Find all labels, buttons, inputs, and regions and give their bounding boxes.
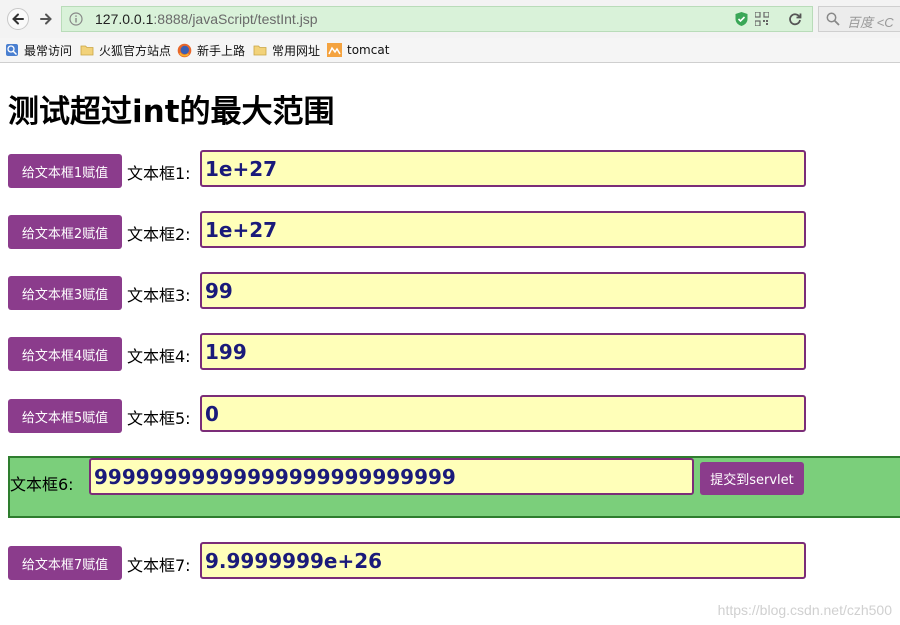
bookmark-tomcat[interactable]: tomcat: [327, 42, 389, 58]
page-title: 测试超过int的最大范围: [8, 94, 335, 130]
assign-textbox-4-button[interactable]: 给文本框4赋值: [8, 337, 122, 371]
watermark: https://blog.csdn.net/czh500: [717, 602, 892, 618]
textbox-4-label: 文本框4:: [127, 347, 191, 366]
bookmark-label: 常用网址: [272, 43, 321, 58]
submit-to-servlet-button[interactable]: 提交到servlet: [700, 462, 804, 495]
bookmark-label: 新手上路: [197, 43, 246, 58]
assign-row-4: 给文本框4赋值 文本框4:: [0, 333, 900, 373]
search-icon: [826, 12, 840, 26]
textbox-7[interactable]: [200, 542, 806, 579]
folder-icon: [253, 45, 267, 56]
assign-row-2: 给文本框2赋值 文本框2:: [0, 211, 900, 251]
textbox-5[interactable]: [200, 395, 806, 432]
bookmark-label: 最常访问: [24, 43, 73, 58]
textbox-1-label: 文本框1:: [127, 164, 191, 183]
bookmark-label: 火狐官方站点: [99, 43, 172, 58]
url-text[interactable]: 127.0.0.1:8888/javaScript/testInt.jsp: [95, 11, 318, 27]
info-icon[interactable]: [69, 12, 83, 26]
browser-toolbar: 127.0.0.1:8888/javaScript/testInt.jsp 百度…: [0, 0, 900, 38]
qr-code-icon[interactable]: [755, 12, 769, 26]
assign-textbox-1-button[interactable]: 给文本框1赋值: [8, 154, 122, 188]
assign-textbox-2-button[interactable]: 给文本框2赋值: [8, 215, 122, 249]
bookmark-common-sites[interactable]: 常用网址: [253, 42, 320, 58]
search-box[interactable]: 百度 <C: [818, 6, 900, 32]
shield-icon[interactable]: [734, 11, 749, 27]
assign-textbox-7-button[interactable]: 给文本框7赋值: [8, 546, 122, 580]
back-button[interactable]: [7, 8, 29, 30]
url-path: :8888/javaScript/testInt.jsp: [153, 11, 318, 27]
assign-textbox-5-button[interactable]: 给文本框5赋值: [8, 399, 122, 433]
arrow-left-icon: [12, 13, 24, 25]
assign-textbox-3-button[interactable]: 给文本框3赋值: [8, 276, 122, 310]
assign-row-7: 给文本框7赋值 文本框7:: [0, 542, 900, 582]
frequent-icon: [6, 44, 18, 56]
bookmarks-bar: 最常访问 火狐官方站点 新手上路 常用网址 tomcat: [0, 38, 900, 63]
servlet-form: 文本框6: 提交到servlet: [8, 456, 900, 518]
reload-icon[interactable]: [788, 12, 802, 26]
textbox-2[interactable]: [200, 211, 806, 248]
textbox-7-label: 文本框7:: [127, 556, 191, 575]
assign-row-5: 给文本框5赋值 文本框5:: [0, 395, 900, 435]
tomcat-icon: [327, 43, 342, 57]
textbox-5-label: 文本框5:: [127, 409, 191, 428]
textbox-4[interactable]: [200, 333, 806, 370]
url-host: 127.0.0.1: [95, 11, 154, 27]
textbox-6[interactable]: [89, 458, 694, 495]
textbox-2-label: 文本框2:: [127, 225, 191, 244]
textbox-1[interactable]: [200, 150, 806, 187]
textbox-3-label: 文本框3:: [127, 286, 191, 305]
bookmark-frequent[interactable]: 最常访问: [5, 42, 72, 58]
address-bar[interactable]: 127.0.0.1:8888/javaScript/testInt.jsp: [61, 6, 813, 32]
folder-icon: [80, 45, 94, 56]
assign-row-3: 给文本框3赋值 文本框3:: [0, 272, 900, 312]
textbox-3[interactable]: [200, 272, 806, 309]
forward-button[interactable]: [35, 8, 57, 30]
bookmark-firefox-site[interactable]: 火狐官方站点: [80, 42, 171, 58]
firefox-icon: [177, 43, 192, 57]
bookmark-getting-started[interactable]: 新手上路: [177, 42, 245, 58]
search-placeholder: 百度 <C: [847, 15, 894, 30]
assign-row-1: 给文本框1赋值 文本框1:: [0, 150, 900, 190]
textbox-6-label: 文本框6:: [10, 475, 74, 494]
arrow-right-icon: [40, 13, 52, 25]
bookmark-label: tomcat: [347, 43, 390, 57]
